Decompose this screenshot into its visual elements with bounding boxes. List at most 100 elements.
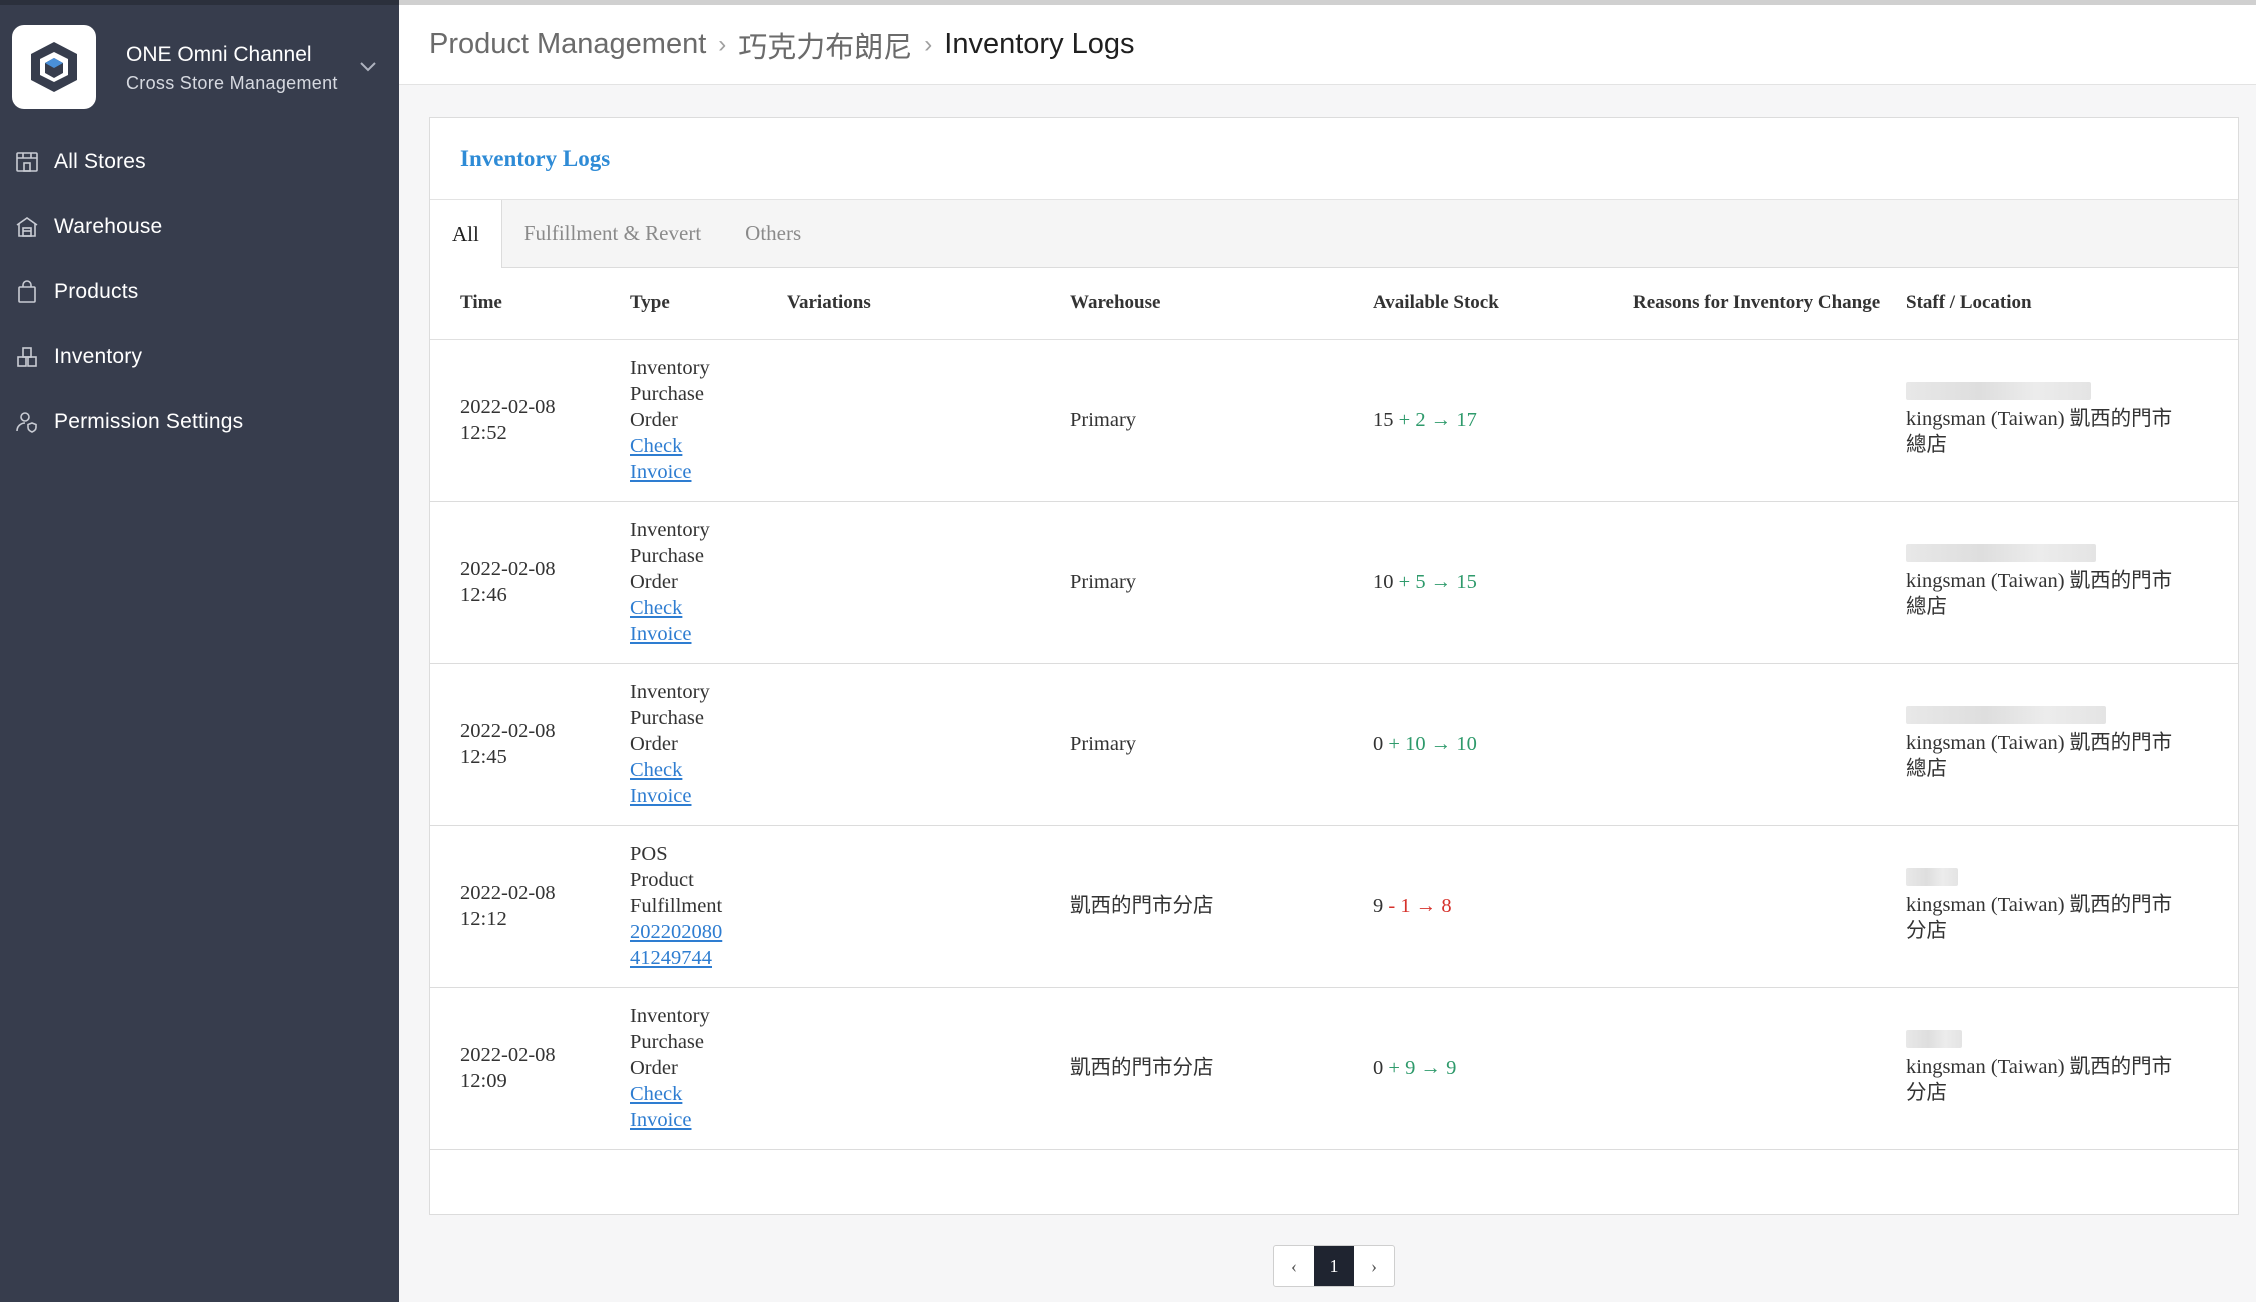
cell-time: 2022-02-08 12:12	[430, 825, 630, 988]
cell-warehouse: 凱西的門市分店	[1070, 987, 1373, 1150]
sidebar-item-all-stores[interactable]: All Stores	[0, 129, 399, 194]
breadcrumb-separator-icon: ›	[718, 30, 727, 58]
type-line: Purchase	[630, 545, 705, 567]
redacted-staff-name	[1906, 706, 2106, 724]
tab-all[interactable]: All	[430, 200, 502, 268]
sidebar-item-label: Products	[54, 279, 139, 303]
cell-reason	[1633, 825, 1906, 988]
sidebar-item-inventory[interactable]: Inventory	[0, 324, 399, 389]
type-line: Order	[630, 571, 678, 593]
arrow-right-icon: →	[1415, 895, 1437, 917]
sidebar-item-permission-settings[interactable]: Permission Settings	[0, 389, 399, 454]
breadcrumb-product-management[interactable]: Product Management	[429, 28, 706, 61]
store-icon	[14, 149, 40, 175]
cell-variations	[787, 339, 1070, 502]
pagination: ‹ 1 ›	[1273, 1245, 1395, 1287]
type-line: Purchase	[630, 707, 705, 729]
table-row: 2022-02-08 12:12 POS Product Fulfillment 2022…	[430, 825, 2238, 988]
cell-staff-location: kingsman (Taiwan) 凱西的門市分店	[1906, 987, 2238, 1150]
cell-type: Inventory Purchase Order Check Invoice	[630, 987, 787, 1150]
type-line: Purchase	[630, 1031, 705, 1053]
type-line: Inventory	[630, 681, 710, 703]
cell-variations	[787, 663, 1070, 826]
type-line: Inventory	[630, 519, 710, 541]
breadcrumb-separator-icon: ›	[924, 30, 933, 58]
stock-from: 9	[1373, 895, 1384, 917]
log-date: 2022-02-08	[460, 882, 556, 904]
reference-link[interactable]: 202202080 41249744	[630, 921, 722, 969]
table-row: 2022-02-08 12:52 Inventory Purchase Order Che…	[430, 339, 2238, 502]
reference-link[interactable]: Check Invoice	[630, 759, 691, 807]
sidebar-item-products[interactable]: Products	[0, 259, 399, 324]
tab-bar: All Fulfillment & Revert Others	[430, 200, 2238, 268]
sidebar-item-label: Permission Settings	[54, 409, 244, 433]
type-line: Purchase	[630, 383, 705, 405]
reference-link[interactable]: Check Invoice	[630, 597, 691, 645]
main-content: Product Management › 巧克力布朗尼 › Inventory …	[399, 0, 2256, 1302]
inventory-logs-card: Inventory Logs All Fulfillment & Revert …	[429, 117, 2239, 1215]
stock-delta: 2	[1415, 409, 1426, 431]
sidebar-item-warehouse[interactable]: Warehouse	[0, 194, 399, 259]
cell-time: 2022-02-08 12:09	[430, 987, 630, 1150]
cell-reason	[1633, 663, 1906, 826]
type-line: Inventory	[630, 1005, 710, 1027]
cell-warehouse: Primary	[1070, 339, 1373, 502]
brand-switcher[interactable]: ONE Omni Channel Cross Store Management	[0, 5, 399, 129]
stock-delta: 10	[1405, 733, 1426, 755]
type-line: Order	[630, 1057, 678, 1079]
table-row: 2022-02-08 12:09 Inventory Purchase Order Che…	[430, 987, 2238, 1150]
redacted-staff-name	[1906, 544, 2096, 562]
reference-link[interactable]: Check Invoice	[630, 1083, 691, 1131]
cell-type: POS Product Fulfillment 202202080 41249744	[630, 825, 787, 988]
stock-to: 9	[1446, 1057, 1457, 1079]
cell-reason	[1633, 501, 1906, 664]
stock-to: 15	[1456, 571, 1477, 593]
type-line: Order	[630, 409, 678, 431]
chevron-down-icon[interactable]	[353, 52, 383, 82]
cell-staff-location: kingsman (Taiwan) 凱西的門市總店	[1906, 339, 2238, 502]
cell-available-stock: 9 - 1 → 8	[1373, 825, 1633, 988]
page-title: Inventory Logs	[944, 28, 1135, 60]
pagination-next-button[interactable]: ›	[1354, 1246, 1394, 1286]
type-line: Fulfillment	[630, 895, 723, 917]
type-line: Order	[630, 733, 678, 755]
stock-operator: +	[1398, 571, 1411, 593]
breadcrumb-product-name[interactable]: 巧克力布朗尼	[738, 24, 912, 66]
stock-delta: 1	[1400, 895, 1411, 917]
location-name: kingsman (Taiwan) 凱西的門市總店	[1906, 570, 2173, 618]
reference-link[interactable]: Check Invoice	[630, 435, 691, 483]
pagination-prev-button[interactable]: ‹	[1274, 1246, 1314, 1286]
cell-time: 2022-02-08 12:45	[430, 663, 630, 826]
stock-delta: 5	[1415, 571, 1426, 593]
cell-type: Inventory Purchase Order Check Invoice	[630, 501, 787, 664]
type-line: Product	[630, 869, 694, 891]
cell-type: Inventory Purchase Order Check Invoice	[630, 339, 787, 502]
log-clock: 12:12	[460, 908, 507, 930]
stock-operator: +	[1388, 733, 1400, 755]
header-staff-location: Staff / Location	[1906, 268, 2238, 340]
arrow-right-icon: →	[1430, 409, 1452, 431]
arrow-right-icon: →	[1430, 571, 1452, 593]
type-line: POS	[630, 843, 668, 865]
location-name: kingsman (Taiwan) 凱西的門市總店	[1906, 408, 2173, 456]
card-title: Inventory Logs	[460, 145, 611, 171]
card-header: Inventory Logs	[430, 118, 2238, 200]
header-variations: Variations	[787, 268, 1070, 340]
cell-type: Inventory Purchase Order Check Invoice	[630, 663, 787, 826]
location-name: kingsman (Taiwan) 凱西的門市總店	[1906, 732, 2173, 780]
header-reason: Reasons for Inventory Change	[1633, 268, 1906, 340]
shopping-bag-icon	[14, 279, 40, 305]
sidebar-item-label: All Stores	[54, 149, 146, 173]
tab-fulfillment-revert[interactable]: Fulfillment & Revert	[502, 200, 723, 267]
log-date: 2022-02-08	[460, 720, 556, 742]
stock-from: 10	[1373, 571, 1394, 593]
cell-reason	[1633, 339, 1906, 502]
header-time: Time	[430, 268, 630, 340]
redacted-staff-name	[1906, 382, 2091, 400]
pagination-page-1[interactable]: 1	[1314, 1246, 1354, 1286]
stock-to: 10	[1456, 733, 1477, 755]
log-date: 2022-02-08	[460, 396, 556, 418]
tab-others[interactable]: Others	[723, 200, 823, 267]
stock-operator: +	[1388, 1057, 1400, 1079]
cell-variations	[787, 501, 1070, 664]
